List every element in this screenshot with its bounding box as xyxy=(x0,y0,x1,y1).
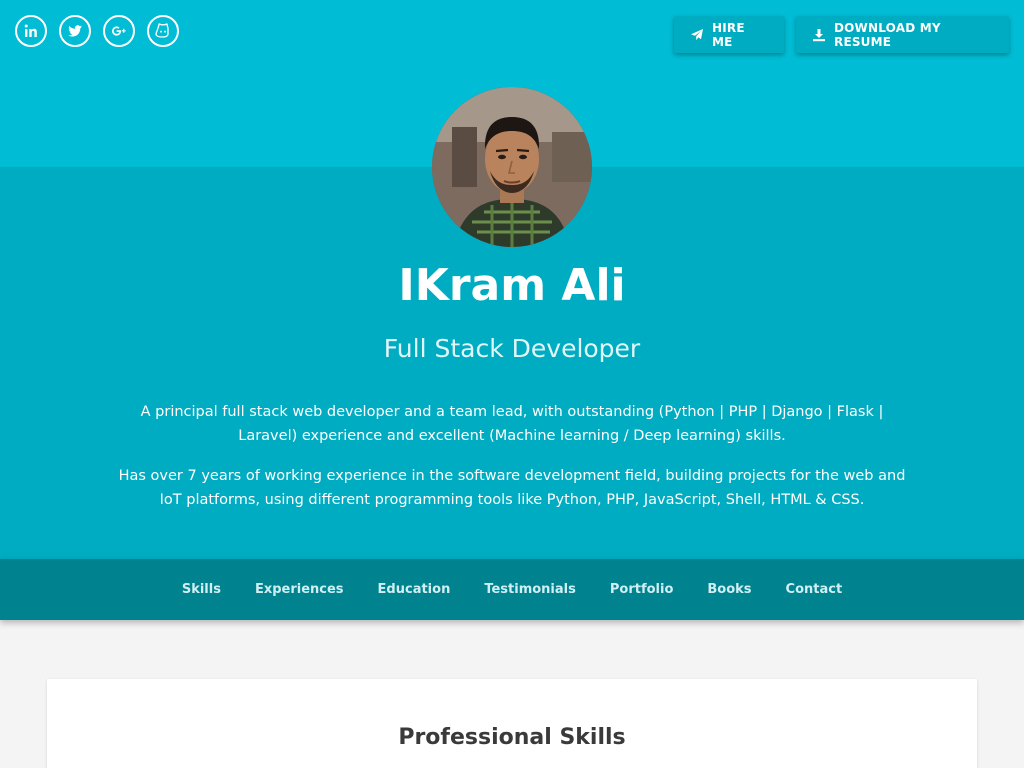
nav-education[interactable]: Education xyxy=(361,582,468,597)
download-resume-label: DOWNLOAD MY RESUME xyxy=(834,20,941,49)
nav-portfolio[interactable]: Portfolio xyxy=(593,582,691,597)
section-title: Professional Skills xyxy=(398,725,626,750)
nav-testimonials[interactable]: Testimonials xyxy=(467,582,593,597)
profile-bio-1: A principal full stack web developer and… xyxy=(140,404,884,444)
profile-role: Full Stack Developer xyxy=(383,334,641,363)
profile-bio-2: Has over 7 years of working experience i… xyxy=(118,468,906,508)
twitter-icon xyxy=(68,25,82,37)
hire-me-button[interactable]: HIRE ME xyxy=(674,16,784,53)
github-icon xyxy=(155,23,169,38)
download-resume-button[interactable]: DOWNLOAD MY RESUME xyxy=(796,16,1009,53)
social-links xyxy=(15,15,179,47)
nav-skills[interactable]: Skills xyxy=(165,582,238,597)
profile-name: IKram Ali xyxy=(398,260,626,311)
nav-contact[interactable]: Contact xyxy=(769,582,860,597)
hire-me-label: HIRE ME xyxy=(712,20,745,49)
google-plus-link[interactable] xyxy=(103,15,135,47)
paper-plane-icon xyxy=(690,28,704,42)
nav-books[interactable]: Books xyxy=(690,582,768,597)
download-icon xyxy=(812,28,826,42)
section-nav: Skills Experiences Education Testimonial… xyxy=(0,559,1024,620)
skills-card: Professional Skills xyxy=(47,679,977,768)
google-plus-icon xyxy=(111,26,126,36)
header-actions: HIRE ME DOWNLOAD MY RESUME xyxy=(674,16,1009,53)
avatar xyxy=(432,87,592,247)
nav-experiences[interactable]: Experiences xyxy=(238,582,361,597)
linkedin-link[interactable] xyxy=(15,15,47,47)
github-link[interactable] xyxy=(147,15,179,47)
linkedin-icon xyxy=(24,24,37,37)
profile-photo xyxy=(432,87,592,247)
twitter-link[interactable] xyxy=(59,15,91,47)
